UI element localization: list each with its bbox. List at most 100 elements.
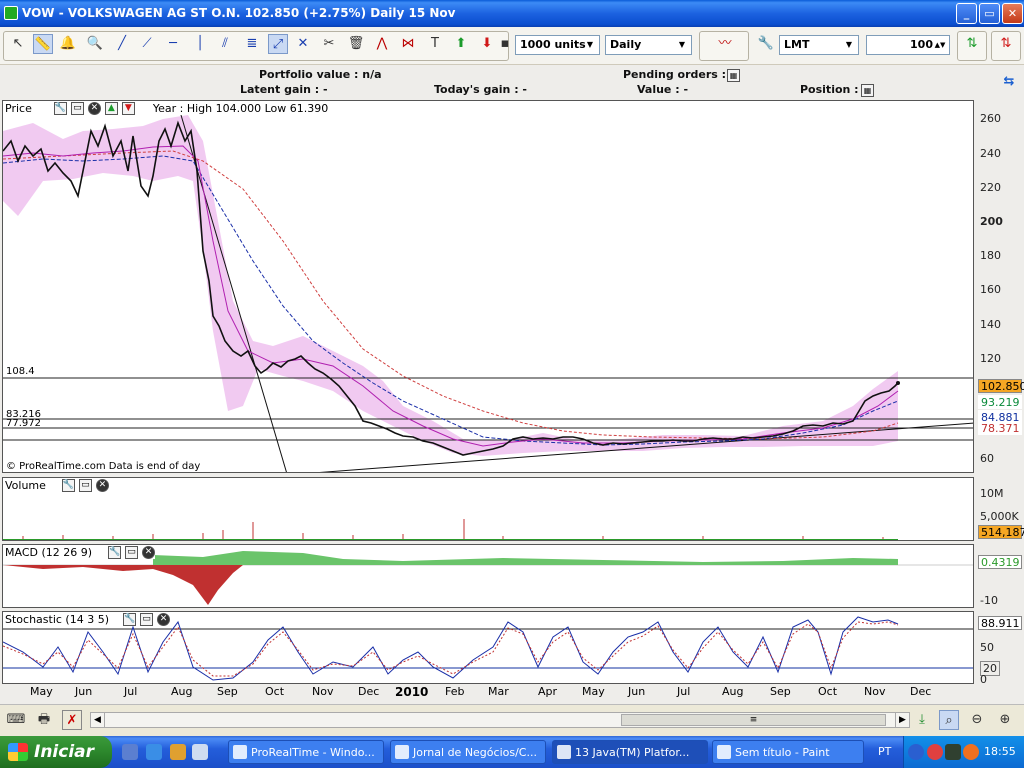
close-icon[interactable]: ✕ xyxy=(142,546,156,559)
quantity-value: 1000 units xyxy=(520,38,586,51)
horizontal-line-icon[interactable]: ─ xyxy=(163,34,183,54)
zoom-reset-icon[interactable]: ⌕ xyxy=(939,710,959,730)
month-label: Jun xyxy=(75,685,93,698)
macd-panel[interactable]: MACD (12 26 9) 🔧 ▭ ✕ xyxy=(2,544,974,608)
desktop-icon[interactable] xyxy=(122,744,138,760)
close-button[interactable]: ✕ xyxy=(1002,3,1023,24)
ie-page-icon xyxy=(395,745,409,759)
ies-icon[interactable] xyxy=(945,744,961,760)
tick-120: 120 xyxy=(980,352,1001,365)
chart-fit-icon[interactable]: ⤓ xyxy=(912,710,932,730)
parallel-lines-icon[interactable]: ⤢ xyxy=(268,34,288,54)
wrench-icon[interactable]: 🔧 xyxy=(53,102,67,115)
buy-arrow-icon[interactable]: ⬆ xyxy=(451,34,471,54)
security-icon[interactable] xyxy=(927,744,943,760)
tray-arrow-icon[interactable] xyxy=(908,744,924,760)
todays-gain: Today's gain : - xyxy=(434,83,527,96)
wrench-icon[interactable]: 🔧 xyxy=(61,479,75,492)
order-qty-value: 100 xyxy=(910,38,933,51)
window-icon[interactable]: ▭ xyxy=(140,613,154,626)
fibonacci-icon[interactable]: ≣ xyxy=(242,34,262,54)
internet-explorer-icon[interactable] xyxy=(146,744,162,760)
close-icon[interactable]: ✕ xyxy=(157,613,171,626)
small-square-icon: ▪ xyxy=(500,36,510,51)
order-type-select[interactable]: LMT ▼ xyxy=(779,35,859,55)
ie-page-icon xyxy=(233,745,247,759)
wrench-icon[interactable]: 🔧 xyxy=(756,34,776,54)
month-label: Dec xyxy=(358,685,380,698)
channel-icon[interactable]: ⫽ xyxy=(215,34,235,54)
indicator-icon[interactable]: ⋀ xyxy=(372,34,392,54)
wrench-icon[interactable]: 🔧 xyxy=(123,613,137,626)
zoom-icon[interactable]: 🔍 xyxy=(85,34,105,54)
arrow-up-icon[interactable]: ▲ xyxy=(104,102,118,115)
month-label: Apr xyxy=(538,685,558,698)
language-indicator[interactable]: PT xyxy=(878,745,891,758)
ruler-icon[interactable]: 📏 xyxy=(33,34,53,54)
disconnect-icon[interactable]: ✗ xyxy=(62,710,82,730)
horizontal-scrollbar[interactable]: ◀ ≡ ▶ xyxy=(90,712,910,728)
tools-icon[interactable]: ✂ xyxy=(319,34,339,54)
scroll-left-arrow[interactable]: ◀ xyxy=(91,713,105,727)
zoom-out-icon[interactable]: ⊖ xyxy=(967,710,987,730)
stochastic-panel[interactable]: Stochastic (14 3 5) 🔧 ▭ ✕ xyxy=(2,611,974,684)
task-prorealtime[interactable]: ProRealTime - Windo... xyxy=(228,740,384,764)
task-paint[interactable]: Sem título - Paint xyxy=(712,740,864,764)
price-panel[interactable]: Price 🔧 ▭ ✕ ▲ ▼ Year : High 104.000 Low … xyxy=(2,100,974,473)
trendline-icon[interactable]: ╱ xyxy=(112,34,132,54)
month-label: Jun xyxy=(628,685,646,698)
tick-140: 140 xyxy=(980,318,1001,331)
keyboard-icon[interactable]: ⌨ xyxy=(6,710,26,730)
update-icon[interactable] xyxy=(963,744,979,760)
order-qty-input[interactable]: 100 ▲▼ xyxy=(866,35,950,55)
period-select[interactable]: Daily ▼ xyxy=(605,35,692,55)
position-info: Position : 0 xyxy=(800,83,871,96)
fan-icon[interactable]: ✕ xyxy=(293,34,313,54)
window-icon[interactable]: ▭ xyxy=(125,546,139,559)
arrow-down-icon[interactable]: ▼ xyxy=(121,102,135,115)
month-label: Aug xyxy=(171,685,193,698)
start-button[interactable]: Iniciar xyxy=(0,736,112,768)
window-icon[interactable]: ▭ xyxy=(70,102,84,115)
month-label: May xyxy=(30,685,53,698)
text-tool-icon[interactable]: T xyxy=(425,34,445,54)
pointer-icon[interactable]: ↖ xyxy=(8,34,28,54)
sync-arrows-icon[interactable]: ⇆ xyxy=(999,72,1019,92)
tick-220: 220 xyxy=(980,181,1001,194)
pending-orders-icon[interactable]: ▦ xyxy=(727,69,740,82)
quantity-select[interactable]: 1000 units ▼ xyxy=(515,35,600,55)
portfolio-value: Portfolio value : n/a xyxy=(259,68,382,81)
volume-panel[interactable]: Volume 🔧 ▭ ✕ xyxy=(2,477,974,541)
ray-line-icon[interactable]: ⟋ xyxy=(137,34,157,54)
window-icon[interactable]: ▭ xyxy=(78,479,92,492)
close-icon[interactable]: ✕ xyxy=(87,102,101,115)
macd-panel-header: MACD (12 26 9) 🔧 ▭ ✕ xyxy=(5,546,156,559)
level-label-108: 108.4 xyxy=(6,366,35,377)
data-source-note: © ProRealTime.com Data is end of day xyxy=(6,461,201,472)
macd-histogram-pos xyxy=(153,551,898,565)
delete-trash-icon[interactable]: 🗑 xyxy=(346,34,366,54)
position-icon[interactable]: ▦ xyxy=(861,84,874,97)
messenger-icon[interactable] xyxy=(170,744,186,760)
minimize-button[interactable]: _ xyxy=(956,3,977,24)
pattern-icon[interactable]: ⋈ xyxy=(398,34,418,54)
word-icon[interactable] xyxy=(192,744,208,760)
task-java[interactable]: 13 Java(TM) Platfor... xyxy=(552,740,708,764)
wrench-icon[interactable]: 🔧 xyxy=(108,546,122,559)
level-label-78: 77.972 xyxy=(6,418,41,429)
restore-button[interactable]: ▭ xyxy=(979,3,1000,24)
task-jornal[interactable]: Jornal de Negócios/C... xyxy=(390,740,546,764)
alert-bell-icon[interactable]: 🔔 xyxy=(58,34,78,54)
zoom-in-icon[interactable]: ⊕ xyxy=(995,710,1015,730)
chart-style-icon: 〰 xyxy=(718,36,732,51)
sell-arrow-icon[interactable]: ⬇ xyxy=(477,34,497,54)
stepper-icon[interactable]: ▲▼ xyxy=(933,37,947,53)
month-label: Jul xyxy=(124,685,138,698)
scroll-thumb[interactable]: ≡ xyxy=(621,714,886,726)
stoch-tick-0: 0 xyxy=(980,673,987,686)
vertical-line-icon[interactable]: │ xyxy=(190,34,210,54)
print-icon[interactable]: 🖶 xyxy=(34,710,54,730)
scroll-right-arrow[interactable]: ▶ xyxy=(895,713,909,727)
close-icon[interactable]: ✕ xyxy=(95,479,109,492)
volume-chart-svg xyxy=(3,519,898,540)
